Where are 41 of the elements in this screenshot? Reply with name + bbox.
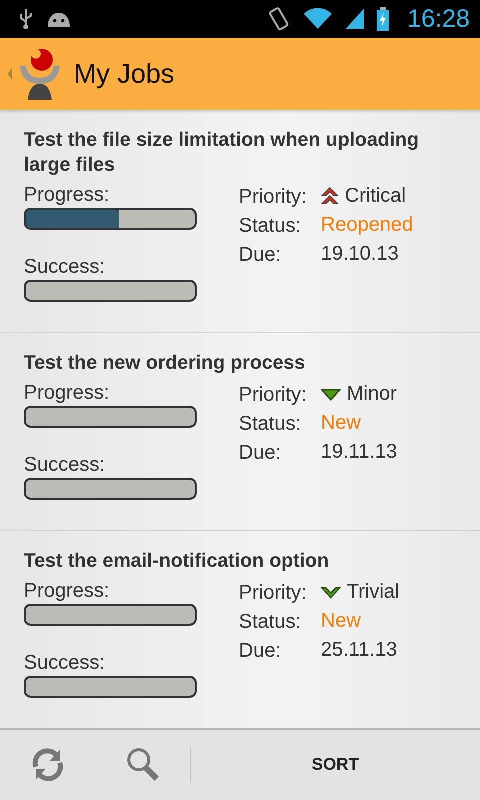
progress-label: Progress:: [24, 183, 111, 208]
success-label: Success:: [24, 651, 106, 676]
job-title: Test the new ordering process: [24, 351, 306, 376]
battery-icon: [377, 7, 390, 31]
signal-icon: [345, 8, 366, 30]
double-chevron-up-icon: [321, 186, 339, 206]
priority-value: Minor: [347, 383, 398, 406]
due-date: 19.11.13: [321, 441, 398, 464]
usb-icon: [18, 8, 34, 30]
android-icon: [46, 10, 72, 28]
status-label: Status:: [239, 610, 302, 634]
priority-label: Priority:: [239, 580, 308, 606]
due-date: 19.10.13: [321, 243, 400, 266]
job-title: Test the file size limitation when uploading large files: [24, 128, 420, 178]
due-label: Due:: [239, 638, 282, 664]
status-label: Status:: [239, 214, 302, 238]
job-card[interactable]: Test the file size limitation when uploading large files Progress: Success: Priority: Critical Status: Reopened Due: 19.10.13: [0, 110, 480, 333]
status-value: New: [321, 412, 362, 435]
progress-label: Progress:: [24, 381, 111, 406]
triangle-down-icon: [321, 388, 341, 402]
status-label: Status:: [239, 412, 302, 436]
status-value: New: [321, 610, 362, 633]
due-date: 25.11.13: [321, 639, 398, 662]
success-label: Success:: [24, 453, 106, 478]
search-icon: [126, 747, 160, 783]
success-label: Success:: [24, 255, 106, 280]
priority-label: Priority:: [239, 382, 308, 408]
priority-value: Critical: [345, 185, 406, 208]
wifi-icon: [303, 8, 334, 30]
clock-time: 16:28: [407, 4, 470, 34]
priority-value: Trivial: [347, 581, 400, 604]
chevron-down-icon: [321, 586, 341, 600]
vibrate-icon: [267, 6, 292, 32]
priority-label: Priority:: [239, 184, 308, 210]
screen-title: My Jobs: [74, 58, 175, 90]
status-value: Reopened: [321, 214, 414, 237]
refresh-icon: [30, 747, 64, 783]
job-title: Test the email-notification option: [24, 549, 330, 574]
due-label: Due:: [239, 440, 282, 466]
progress-label: Progress:: [24, 579, 111, 604]
due-label: Due:: [239, 242, 282, 268]
